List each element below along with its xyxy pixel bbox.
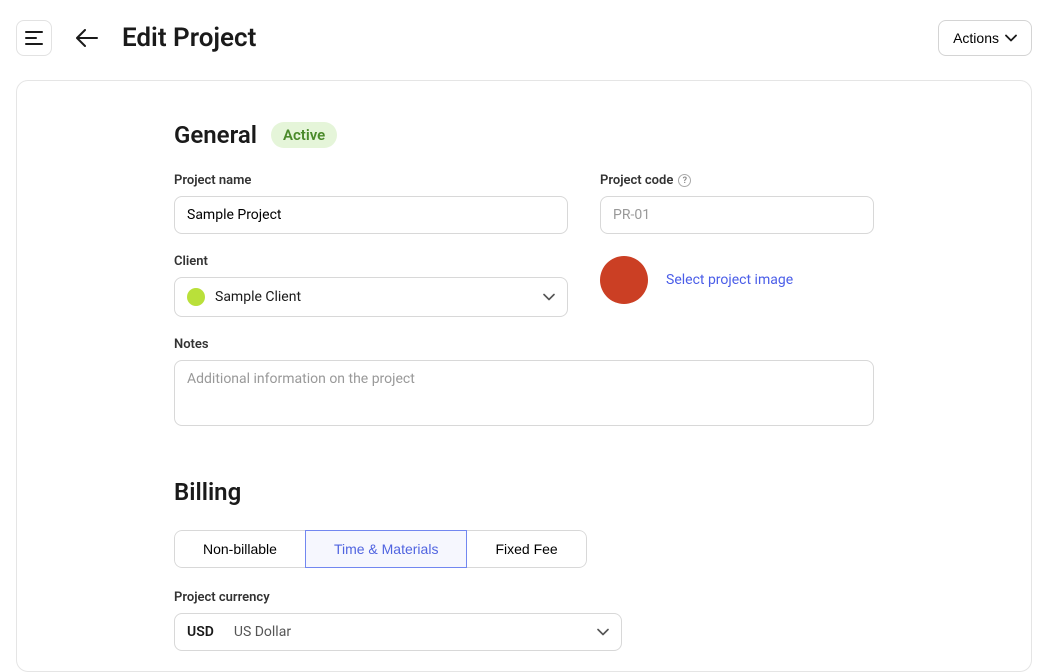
help-icon[interactable]: ?	[678, 174, 691, 187]
project-code-input[interactable]	[600, 196, 874, 234]
menu-toggle-button[interactable]	[16, 20, 52, 56]
tab-fixed-fee[interactable]: Fixed Fee	[466, 530, 586, 568]
menu-icon	[25, 31, 43, 45]
actions-label: Actions	[953, 30, 999, 46]
billing-section-title: Billing	[174, 478, 241, 506]
client-color-dot	[187, 288, 205, 306]
project-name-label: Project name	[174, 173, 568, 188]
tab-non-billable[interactable]: Non-billable	[174, 530, 306, 568]
project-code-label: Project code ?	[600, 173, 874, 188]
currency-code: USD	[187, 624, 214, 640]
tab-time-materials[interactable]: Time & Materials	[305, 530, 468, 568]
notes-textarea[interactable]	[174, 360, 874, 426]
billing-tab-group: Non-billable Time & Materials Fixed Fee	[174, 530, 587, 568]
status-badge: Active	[271, 122, 337, 148]
chevron-down-icon	[1005, 34, 1017, 42]
back-button[interactable]	[72, 25, 102, 51]
page-title: Edit Project	[122, 23, 256, 53]
client-value: Sample Client	[215, 289, 301, 305]
chevron-down-icon	[543, 293, 555, 301]
currency-label: Project currency	[174, 590, 622, 605]
currency-name: US Dollar	[234, 624, 291, 640]
arrow-left-icon	[76, 29, 98, 47]
select-project-image-link[interactable]: Select project image	[666, 272, 793, 288]
project-name-input[interactable]	[174, 196, 568, 234]
client-select[interactable]: Sample Client	[174, 277, 568, 317]
currency-select[interactable]: USD US Dollar	[174, 613, 622, 651]
notes-label: Notes	[174, 337, 874, 352]
actions-dropdown-button[interactable]: Actions	[938, 20, 1032, 56]
project-image-preview	[600, 256, 648, 304]
general-section-title: General	[174, 121, 257, 149]
client-label: Client	[174, 254, 568, 269]
chevron-down-icon	[597, 628, 609, 636]
